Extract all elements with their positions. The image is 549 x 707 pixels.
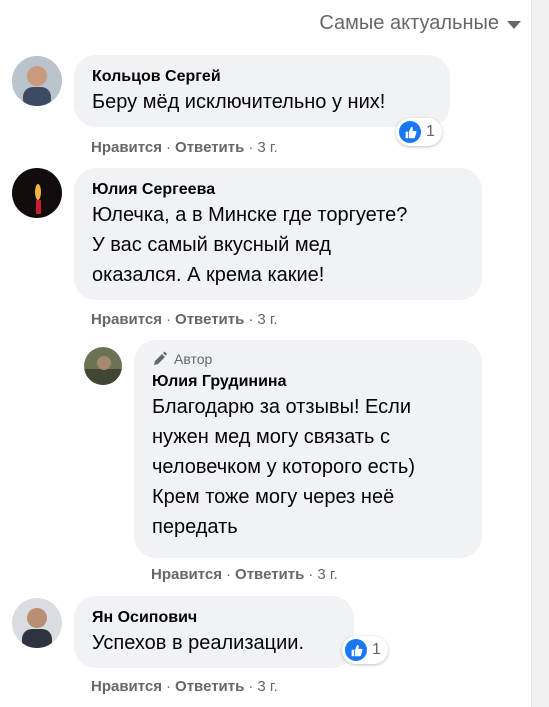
comment-text-line: передать [152,516,238,538]
reaction-count[interactable]: 1 [396,118,442,146]
pencil-icon [154,351,167,365]
comment-author[interactable]: Юлия Грудинина [152,372,464,392]
comment-text-line: У вас самый вкусный мед [92,234,331,256]
reply-button[interactable]: Ответить [175,139,244,156]
comment-text-line: Благодарю за отзывы! Если [152,396,412,418]
comment-bubble: Кольцов Сергей Беру мёд исключительно у … [74,55,450,127]
comment-bubble: Юлия Сергеева Юлечка, а в Минске где тор… [74,168,482,300]
like-button[interactable]: Нравится [151,566,222,583]
comment-text-line: нужен мед могу связать с [152,426,390,448]
comment-author[interactable]: Юлия Сергеева [92,180,464,200]
comment-text: Успехов в реализации. [92,632,305,654]
avatar[interactable] [12,598,62,648]
avatar[interactable] [12,168,62,218]
chevron-down-icon [507,21,521,29]
like-icon [399,121,421,143]
timestamp[interactable]: 3 г. [257,311,277,328]
comment-text-line: Юлечка, а в Минске где торгуете? [92,204,408,226]
comment-text-line: оказался. А крема какие! [92,264,325,286]
sort-dropdown[interactable]: Самые актуальные [319,12,521,35]
reaction-number: 1 [372,641,381,658]
reply-button[interactable]: Ответить [175,678,244,695]
comment-actions: Нравится · Ответить · 3 г. [91,678,278,695]
timestamp[interactable]: 3 г. [257,678,277,695]
reply-bubble: Автор Юлия Грудинина Благодарю за отзывы… [134,340,482,558]
comment-actions: Нравится · Ответить · 3 г. [91,139,278,156]
timestamp[interactable]: 3 г. [317,566,337,583]
scrollbar[interactable] [531,0,549,707]
comment-text: Беру мёд исключительно у них! [92,91,386,113]
comment-actions: Нравится · Ответить · 3 г. [91,311,278,328]
author-badge-label: Автор [174,351,213,367]
reaction-count[interactable]: 1 [342,636,388,664]
sort-label: Самые актуальные [319,12,499,34]
like-button[interactable]: Нравится [91,678,162,695]
author-badge: Автор [152,350,464,368]
reply-button[interactable]: Ответить [175,311,244,328]
comment-bubble: Ян Осипович Успехов в реализации. [74,596,354,668]
comment-author[interactable]: Кольцов Сергей [92,67,432,87]
comment-actions: Нравится · Ответить · 3 г. [151,566,338,583]
comment-author[interactable]: Ян Осипович [92,608,336,628]
comment-text-line: Крем тоже могу через неё [152,486,395,508]
timestamp[interactable]: 3 г. [257,139,277,156]
like-icon [345,639,367,661]
reaction-number: 1 [426,123,435,140]
avatar[interactable] [84,347,122,385]
avatar[interactable] [12,56,62,106]
like-button[interactable]: Нравится [91,139,162,156]
reply-button[interactable]: Ответить [235,566,304,583]
comment-text-line: человечком у которого есть) [152,456,415,478]
like-button[interactable]: Нравится [91,311,162,328]
